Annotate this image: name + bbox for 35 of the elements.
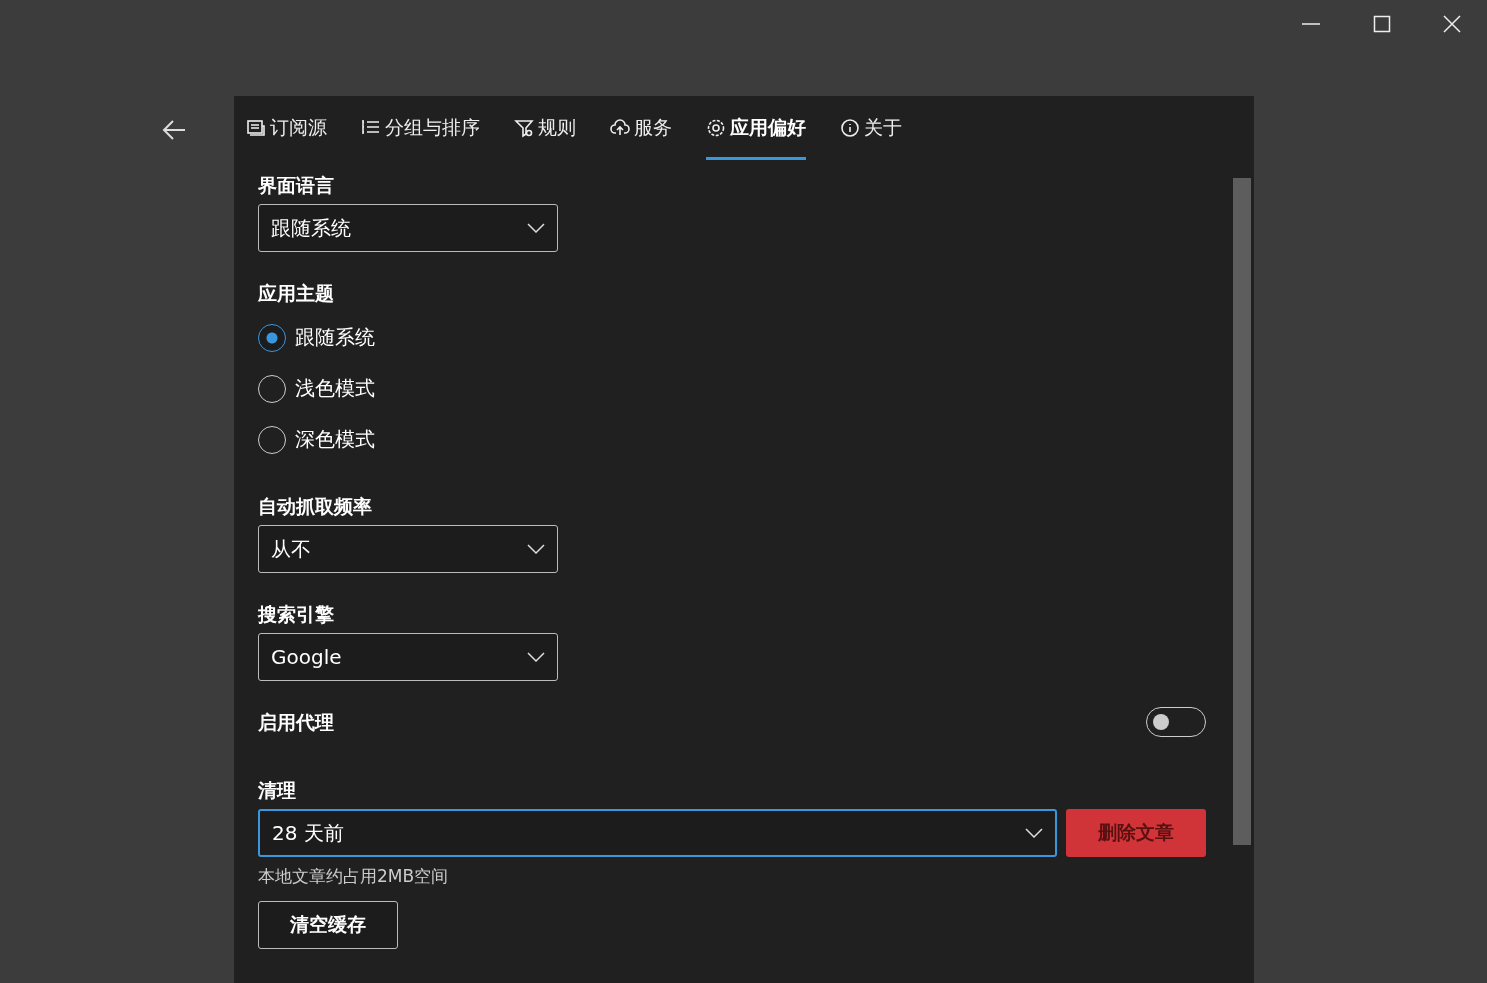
dropdown[interactable]: 跟随系统 [258,204,558,252]
setting-label: 应用主题 [258,281,335,306]
info-icon [840,118,860,138]
maximize-icon[interactable] [1373,15,1391,33]
settings-tab[interactable]: 应用偏好 [706,96,806,160]
setting-label: 搜索引擎 [258,602,335,627]
chevron-down-icon [1025,828,1043,838]
storage-note: 本地文章约占用2MB空间 [258,865,450,888]
setting-label: 启用代理 [258,710,334,735]
settings-tab[interactable]: 服务 [610,96,672,160]
scrollbar[interactable] [1233,178,1251,845]
dropdown[interactable]: 28 天前 [258,809,1057,857]
back-arrow-icon[interactable] [162,120,186,140]
settings-tab[interactable]: 规则 [514,96,576,160]
setting-label: 清理 [258,778,297,803]
chevron-down-icon [527,223,545,233]
newspaper-icon [246,118,266,138]
settings-tab[interactable]: 关于 [840,96,902,160]
setting-label: 界面语言 [258,173,335,198]
settings-tab[interactable]: 订阅源 [246,96,327,160]
radio-button[interactable] [258,323,286,352]
radio-label[interactable]: 跟随系统 [295,324,375,351]
clear-cache-button[interactable]: 清空缓存 [258,901,398,949]
settings-icon [706,118,726,138]
dropdown[interactable]: 从不 [258,525,558,573]
close-icon[interactable] [1443,15,1461,33]
dropdown[interactable]: Google [258,633,558,681]
radio-label[interactable]: 深色模式 [295,426,375,453]
settings-tab[interactable]: 分组与排序 [361,96,480,160]
setting-label: 自动抓取频率 [258,494,373,519]
chevron-down-icon [527,652,545,662]
radio-label[interactable]: 浅色模式 [295,375,375,402]
filter-icon [514,118,534,138]
chevron-down-icon [527,544,545,554]
cloud-icon [610,118,630,138]
